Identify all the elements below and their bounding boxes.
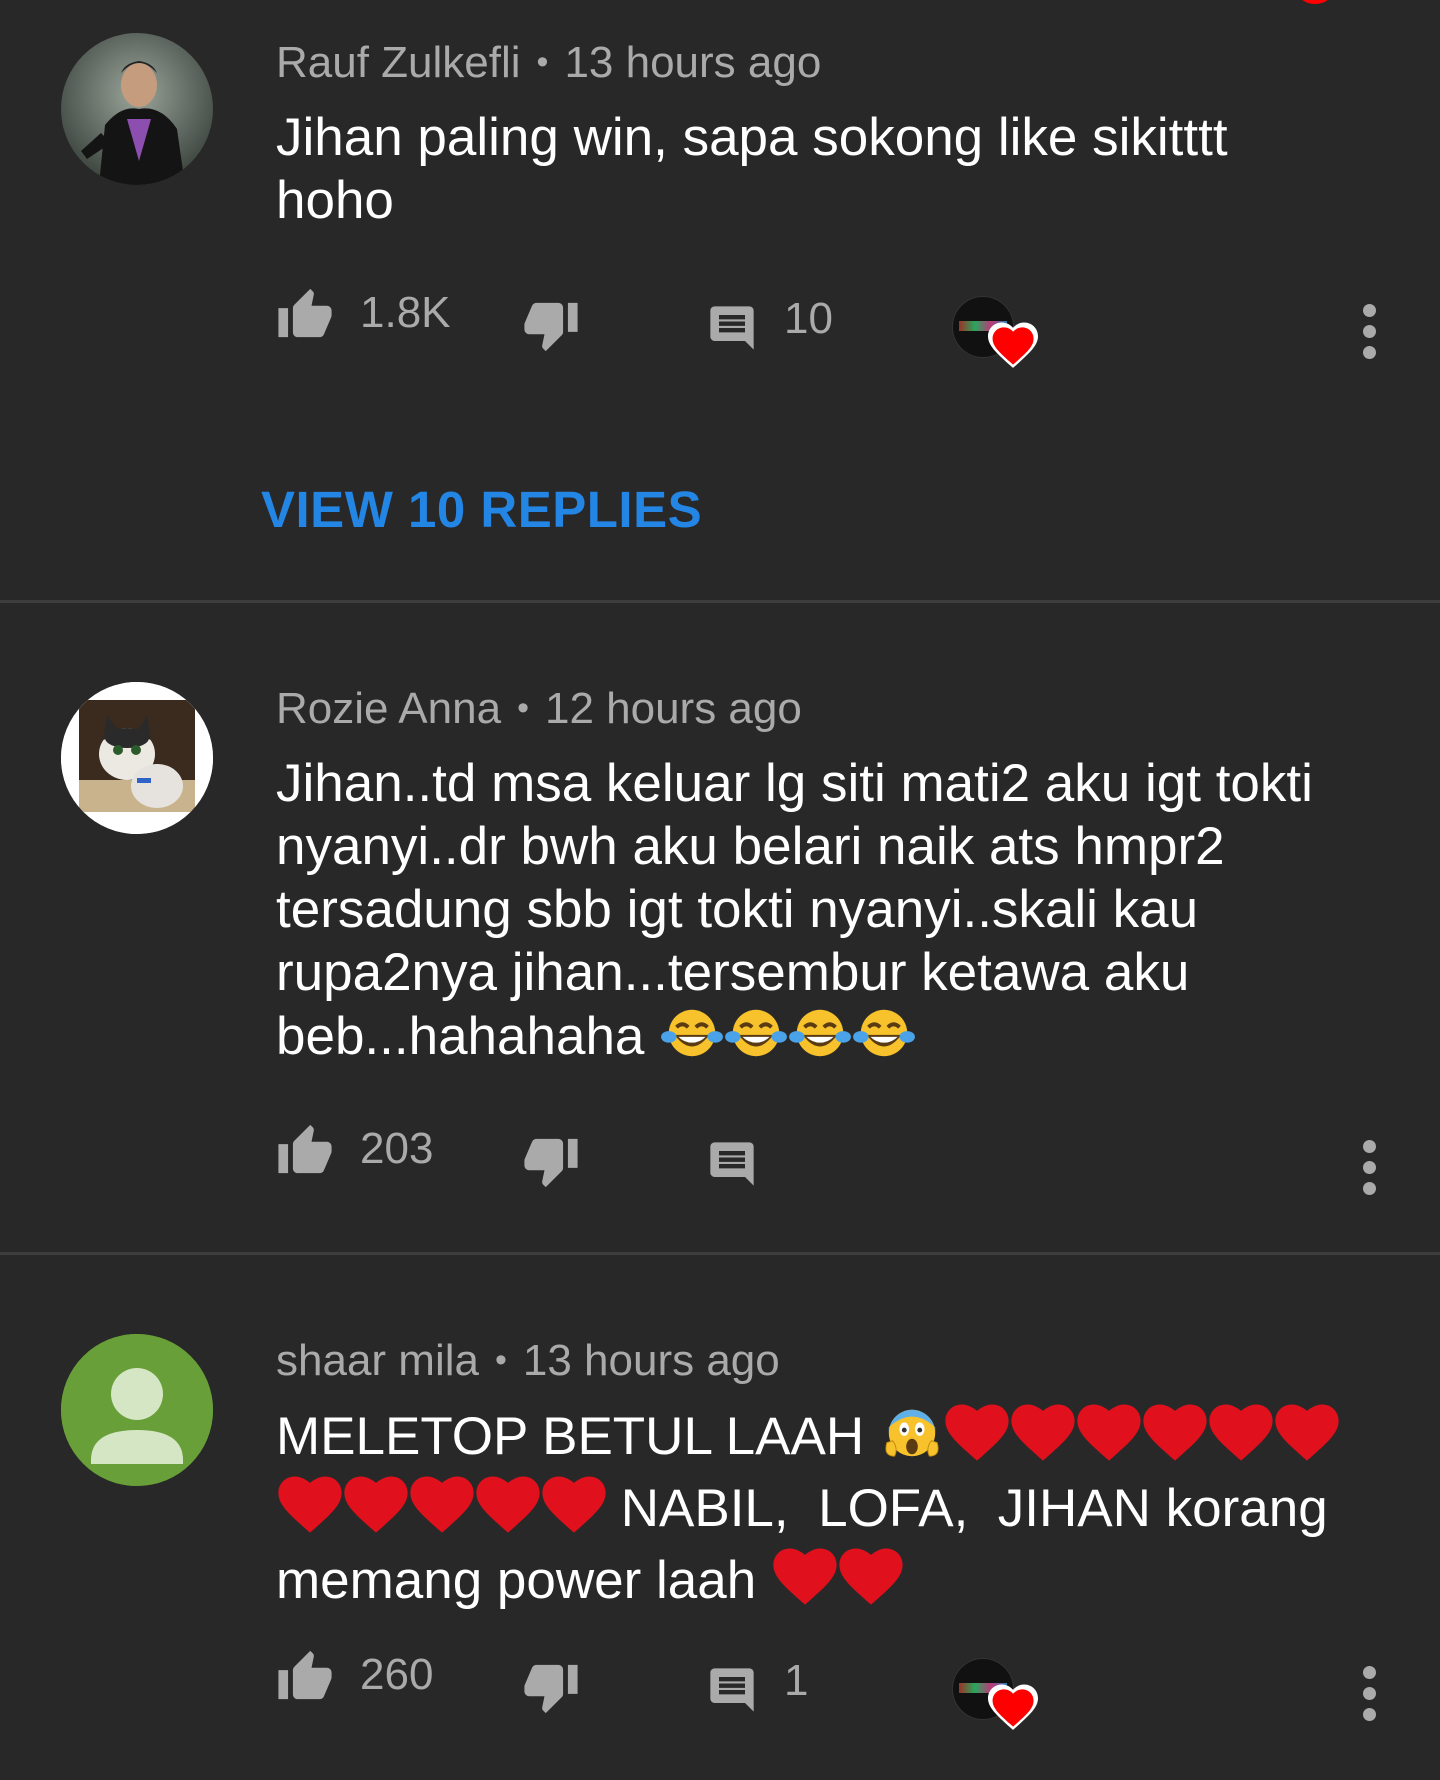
dislike-button[interactable] [522, 300, 580, 354]
comment-body-part3: memang power laah [276, 1551, 757, 1610]
more-vert-icon[interactable] [1360, 1666, 1380, 1722]
like-icon [278, 1124, 332, 1174]
reply-button[interactable] [706, 1138, 758, 1190]
like-button[interactable]: 260 [276, 1648, 433, 1702]
timestamp: 13 hours ago [564, 38, 822, 87]
red-heart-emoji [278, 1476, 342, 1548]
reply-button[interactable]: 10 [706, 294, 833, 354]
avatar-photo [61, 33, 213, 185]
comment-actions: 1.8K 10 [0, 284, 1440, 368]
creator-heart-icon [988, 322, 1038, 368]
author-name[interactable]: shaar mila [276, 1336, 479, 1385]
red-heart-emoji [344, 1476, 408, 1548]
reply-count: 1 [784, 1656, 809, 1705]
red-heart-emoji [410, 1476, 474, 1548]
red-heart-emoji [1209, 1404, 1273, 1476]
red-heart-emoji [1011, 1404, 1075, 1476]
like-count: 260 [360, 1650, 434, 1699]
dislike-icon [524, 1664, 578, 1714]
comment-body-part2: NABIL, LOFA, JIHAN korang [620, 1479, 1328, 1538]
creator-heart [952, 1658, 1042, 1738]
reply-count: 10 [784, 294, 833, 343]
comments-page: Rauf Zulkefli • 13 hours ago Jihan paling … [0, 0, 1440, 1780]
red-heart-emoji [773, 1548, 837, 1620]
dislike-button[interactable] [522, 1136, 580, 1190]
red-heart-emoji [839, 1548, 903, 1620]
more-vert-icon[interactable] [1360, 1140, 1380, 1196]
red-heart-emoji [1077, 1404, 1141, 1476]
like-icon [278, 1650, 332, 1700]
comment-meta: Rauf Zulkefli • 13 hours ago [276, 38, 821, 88]
tears-of-joy-emoji [725, 1004, 788, 1076]
reply-icon [710, 306, 754, 350]
comment-meta: shaar mila • 13 hours ago [276, 1336, 780, 1386]
like-icon [278, 288, 332, 338]
comment-body-part1: MELETOP BETUL LAAH [276, 1407, 865, 1466]
author-name[interactable]: Rozie Anna [276, 684, 501, 733]
author-name[interactable]: Rauf Zulkefli [276, 38, 521, 87]
creator-heart-icon [988, 1684, 1038, 1730]
comment-text: Jihan..td msa keluar lg siti mati2 aku i… [276, 752, 1356, 1076]
dislike-button[interactable] [522, 1662, 580, 1716]
dislike-icon [524, 302, 578, 352]
dislike-icon [524, 1138, 578, 1188]
comment-text: Jihan paling win, sapa sokong like sikit… [276, 108, 1228, 230]
more-vert-icon[interactable] [1360, 304, 1380, 360]
red-heart-emoji [476, 1476, 540, 1548]
separator-dot: • [494, 1341, 507, 1379]
avatar-photo [61, 682, 213, 834]
red-heart-emoji [1275, 1404, 1339, 1476]
red-heart-emoji [542, 1476, 606, 1548]
avatar[interactable] [61, 1334, 213, 1486]
divider [0, 1252, 1440, 1255]
avatar[interactable] [61, 682, 213, 834]
tears-of-joy-emoji [661, 1004, 724, 1076]
like-count: 203 [360, 1124, 434, 1173]
avatar[interactable] [61, 33, 213, 185]
separator-dot: • [536, 43, 549, 81]
reply-icon [710, 1668, 754, 1712]
comment-meta: Rozie Anna • 12 hours ago [276, 684, 802, 734]
tears-of-joy-emoji [789, 1004, 852, 1076]
notification-badge [1298, 0, 1332, 4]
like-button[interactable]: 203 [276, 1122, 433, 1176]
divider [0, 600, 1440, 603]
separator-dot: • [517, 689, 529, 727]
timestamp: 12 hours ago [544, 684, 802, 733]
comment-text: MELETOP BETUL LAAH NABIL, LOFA, JIHAN ko… [276, 1404, 1376, 1620]
view-replies-button[interactable]: VIEW 10 REPLIES [261, 480, 702, 539]
default-user-icon [61, 1334, 213, 1486]
timestamp: 13 hours ago [522, 1336, 780, 1385]
like-count: 1.8K [360, 288, 451, 337]
reply-icon [710, 1142, 754, 1186]
comment-actions: 203 [0, 1120, 1440, 1200]
red-heart-emoji [1143, 1404, 1207, 1476]
screaming-emoji [881, 1404, 943, 1476]
creator-heart [952, 296, 1042, 376]
reply-button[interactable]: 1 [706, 1656, 808, 1716]
comment-actions: 260 1 [0, 1646, 1440, 1730]
like-button[interactable]: 1.8K [276, 286, 451, 340]
red-heart-emoji [945, 1404, 1009, 1476]
tears-of-joy-emoji [853, 1004, 916, 1076]
